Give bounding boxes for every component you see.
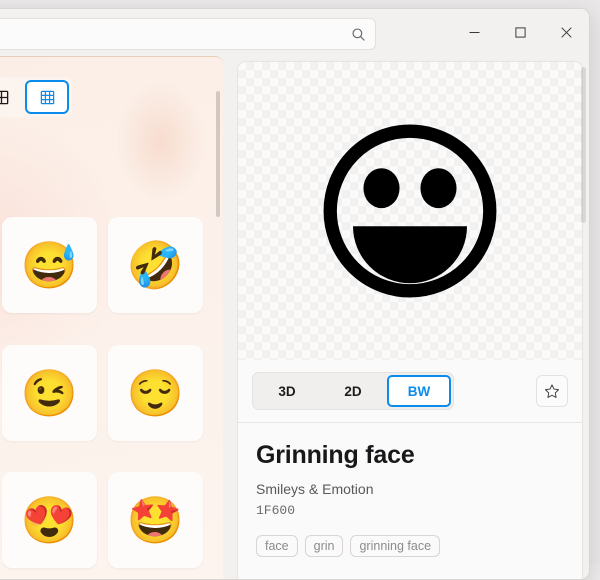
emoji-glyph: 🤩 xyxy=(127,497,184,543)
mode-3d-button[interactable]: 3D xyxy=(255,375,319,407)
emoji-group: Smileys & Emotion xyxy=(256,481,564,497)
emoji-glyph: 😍 xyxy=(20,497,77,543)
size-toggle-bar xyxy=(0,77,223,117)
mode-2d-button[interactable]: 2D xyxy=(321,375,385,407)
app-window: 😄 😆 😅 🤣 🙂 🙃 😉 xyxy=(0,8,590,580)
tag-chip[interactable]: grinning face xyxy=(350,535,440,557)
emoji-cell[interactable]: 😅 xyxy=(2,217,97,313)
emoji-glyph: 😌 xyxy=(127,370,184,416)
star-outline-icon xyxy=(544,383,560,399)
search-input[interactable] xyxy=(0,27,345,42)
emoji-tags: face grin grinning face xyxy=(256,535,564,557)
search-icon[interactable] xyxy=(345,27,371,42)
scrollbar-thumb[interactable] xyxy=(581,67,586,223)
maximize-button[interactable] xyxy=(497,9,543,55)
tag-chip[interactable]: face xyxy=(256,535,298,557)
emoji-codepoint: 1F600 xyxy=(256,503,564,518)
size-small-button[interactable] xyxy=(25,80,69,114)
window-scrollbar[interactable] xyxy=(580,57,587,577)
emoji-glyph: 😅 xyxy=(20,242,77,288)
window-content: 😄 😆 😅 🤣 🙂 🙃 😉 xyxy=(0,55,589,579)
title-bar xyxy=(0,9,589,55)
size-toggle-group xyxy=(0,77,72,117)
emoji-cell[interactable]: 😌 xyxy=(108,345,203,441)
emoji-cell[interactable]: 🤣 xyxy=(108,217,203,313)
scrollbar-thumb[interactable] xyxy=(216,91,220,218)
emoji-title: Grinning face xyxy=(256,441,564,470)
tag-chip[interactable]: grin xyxy=(305,535,344,557)
mode-bw-button[interactable]: BW xyxy=(387,375,451,407)
size-medium-button[interactable] xyxy=(0,80,23,114)
emoji-detail-panel: 3D 2D BW Grinning face Smileys & Emotion… xyxy=(237,61,583,580)
minimize-button[interactable] xyxy=(451,9,497,55)
emoji-preview xyxy=(238,62,582,360)
search-box[interactable] xyxy=(0,18,376,50)
emoji-grid-scrollbar[interactable] xyxy=(215,59,221,580)
render-mode-bar: 3D 2D BW xyxy=(238,360,582,423)
emoji-glyph: 😉 xyxy=(20,370,77,416)
emoji-cell[interactable]: 🤩 xyxy=(108,472,203,568)
close-button[interactable] xyxy=(543,9,589,55)
emoji-cell[interactable]: 😍 xyxy=(2,472,97,568)
emoji-cell[interactable]: 😉 xyxy=(2,345,97,441)
render-mode-group: 3D 2D BW xyxy=(252,372,454,410)
window-controls xyxy=(451,9,589,55)
emoji-glyph: 🤣 xyxy=(127,242,184,288)
grinning-face-bw-icon xyxy=(315,116,505,306)
emoji-grid: 😄 😆 😅 🤣 🙂 🙃 😉 xyxy=(0,217,213,580)
emoji-browser: 😄 😆 😅 🤣 🙂 🙃 😉 xyxy=(0,56,223,580)
emoji-info: Grinning face Smileys & Emotion 1F600 fa… xyxy=(238,423,582,557)
favorite-button[interactable] xyxy=(536,375,568,407)
